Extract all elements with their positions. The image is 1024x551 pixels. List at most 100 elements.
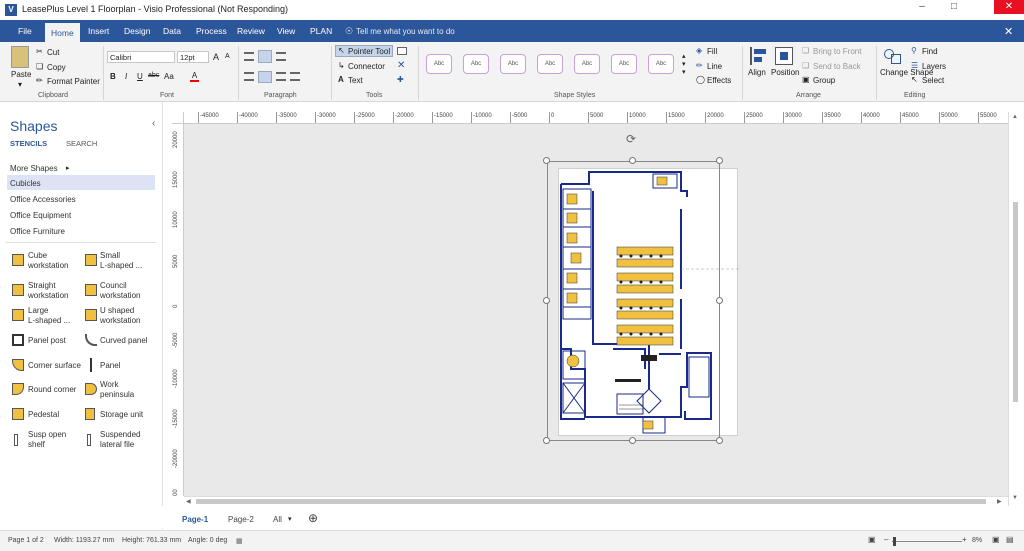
shape-item[interactable]: Storage unit [100,410,143,419]
panel-icon[interactable] [90,358,92,372]
scroll-left-icon[interactable]: ◀ [186,498,191,505]
style-sample[interactable]: Abc [648,54,674,74]
close-ribbon-icon[interactable]: ✕ [1004,25,1013,38]
macro-icon[interactable]: ▦ [236,537,243,545]
shape-item[interactable]: Straight workstation [28,281,68,301]
resize-handle[interactable] [716,297,723,304]
shape-item[interactable]: Large L-shaped ... [28,306,70,326]
change-shape-icon[interactable] [884,47,902,65]
scroll-down-icon[interactable]: ▼ [1012,495,1018,501]
shrink-font-button[interactable]: A [225,53,230,60]
change-case-button[interactable]: Aa [164,72,174,81]
page-tab-2[interactable]: Page-2 [228,515,254,524]
chevron-down-icon[interactable]: ▾ [18,80,22,89]
scroll-thumb[interactable] [196,499,986,504]
scroll-up-icon[interactable]: ▲ [1012,114,1018,120]
cut-button[interactable]: Cut [47,48,59,57]
font-size-select[interactable]: 12pt [177,51,209,63]
small-l-shaped-icon[interactable] [85,254,97,266]
send-to-back-button[interactable]: Send to Back [813,62,861,71]
shape-item[interactable]: U shaped workstation [100,306,140,326]
round-corner-icon[interactable] [12,383,24,395]
style-sample[interactable]: Abc [463,54,489,74]
select-button[interactable]: Select [922,76,944,85]
resize-handle[interactable] [543,437,550,444]
more-shapes-link[interactable]: More Shapes [10,164,58,173]
connector-icon[interactable]: ↳ [338,61,345,70]
shape-angle[interactable]: Angle: 0 deg [188,537,227,544]
curved-panel-icon[interactable] [85,334,97,346]
scroll-thumb[interactable] [1013,202,1018,402]
shape-item[interactable]: Round corner [28,385,76,394]
resize-handle[interactable] [716,157,723,164]
underline-button[interactable]: U [137,72,143,81]
tab-process[interactable]: Process [190,24,233,38]
layers-icon[interactable]: ☰ [911,61,918,70]
clipboard-icon[interactable] [11,46,29,68]
style-sample[interactable]: Abc [500,54,526,74]
style-sample[interactable]: Abc [537,54,563,74]
zoom-slider[interactable] [892,541,962,542]
text-icon[interactable]: A [338,75,344,84]
pointer-icon[interactable]: ↖ [338,46,345,55]
font-name-select[interactable]: Calibri [107,51,175,63]
rotate-icon[interactable]: ⟳ [626,132,636,146]
presentation-icon[interactable]: ▣ [868,535,876,544]
stencil-office-furniture[interactable]: Office Furniture [10,227,65,236]
gallery-scroll-icon[interactable]: ▴ ▾ ▾ [682,52,686,76]
pedestal-icon[interactable] [12,408,24,420]
cut-icon[interactable]: ✂ [36,47,43,56]
visio-icon[interactable]: V [5,4,17,16]
maximize-icon[interactable]: □ [940,0,968,14]
style-sample[interactable]: Abc [426,54,452,74]
tab-stencils[interactable]: STENCILS [10,139,47,148]
scroll-right-icon[interactable]: ▶ [997,498,1002,505]
resize-handle[interactable] [543,157,550,164]
rectangle-icon[interactable] [397,47,407,55]
select-icon[interactable]: ↖ [911,75,918,84]
align-button[interactable]: Align [748,68,766,77]
zoom-level[interactable]: 8% [972,537,982,544]
tab-design[interactable]: Design [118,24,156,38]
tab-data[interactable]: Data [157,24,187,38]
tell-me-search[interactable]: Tell me what you want to do [356,27,455,36]
drawing-page[interactable] [558,168,739,437]
paste-button[interactable]: Paste [11,70,31,79]
tab-search[interactable]: SEARCH [66,139,97,148]
effects-button[interactable]: Effects [707,76,731,85]
stencil-office-equipment[interactable]: Office Equipment [10,211,71,220]
horizontal-scrollbar[interactable]: ◀ ▶ [184,496,1008,506]
floorplan-drawing[interactable] [559,169,739,437]
style-sample[interactable]: Abc [611,54,637,74]
align-icon[interactable] [750,47,766,65]
collapse-icon[interactable]: ‹ [152,118,155,129]
fit-page-icon[interactable]: ▣ [992,535,1000,544]
cube-workstation-icon[interactable] [12,254,24,266]
shape-item[interactable]: Work peninsula [100,380,134,400]
group-icon[interactable]: ▣ [802,75,810,84]
resize-handle[interactable] [716,437,723,444]
resize-handle[interactable] [629,157,636,164]
vertical-scrollbar[interactable]: ▲ ▼ [1008,112,1022,506]
large-l-shaped-icon[interactable] [12,309,24,321]
stencil-office-accessories[interactable]: Office Accessories [10,195,76,204]
fill-icon[interactable]: ◈ [696,46,702,55]
page-tab-1[interactable]: Page-1 [182,515,208,524]
italic-button[interactable]: I [125,72,127,81]
bring-to-front-button[interactable]: Bring to Front [813,47,861,56]
pointer-tool-button[interactable]: Pointer Tool [348,47,390,56]
minimize-icon[interactable]: – [908,0,936,14]
text-button[interactable]: Text [348,76,363,85]
shape-item[interactable]: Panel post [28,336,66,345]
shape-item[interactable]: Susp open shelf [28,430,66,450]
bring-front-icon[interactable]: ❏ [802,46,809,55]
style-sample[interactable]: Abc [574,54,600,74]
send-back-icon[interactable]: ❏ [802,61,809,70]
stencil-cubicles[interactable]: Cubicles [10,179,41,188]
close-icon[interactable]: ✕ [994,0,1024,14]
grow-font-button[interactable]: A [213,52,219,62]
zoom-out-icon[interactable]: – [884,535,888,544]
storage-unit-icon[interactable] [85,408,95,420]
layers-button[interactable]: Layers [922,62,946,71]
resize-handle[interactable] [629,437,636,444]
